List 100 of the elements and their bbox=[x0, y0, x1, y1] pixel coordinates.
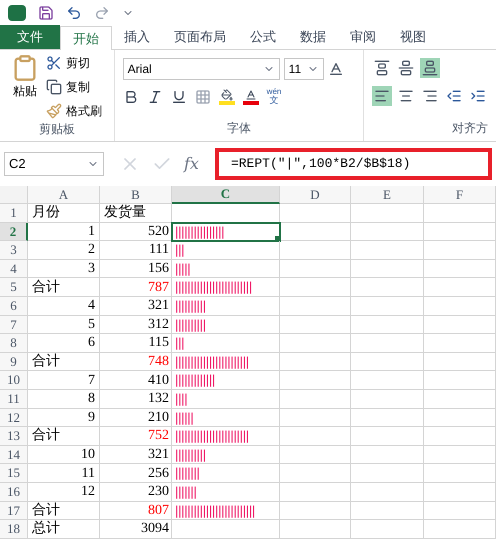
paste-button[interactable]: 粘贴 bbox=[8, 54, 42, 120]
row-header[interactable]: 7 bbox=[0, 316, 28, 334]
data-bar-text: |||| bbox=[175, 390, 188, 408]
font-size-field[interactable]: 11 bbox=[284, 58, 324, 80]
table-cell-text: 7 bbox=[88, 372, 95, 389]
insert-function-icon[interactable]: fx bbox=[184, 152, 199, 176]
data-bar-text: |||||||||||||||| bbox=[175, 222, 224, 240]
data-bar-text: |||||||| bbox=[175, 464, 200, 482]
table-cell bbox=[424, 371, 496, 390]
ribbon-tab[interactable]: 开始 bbox=[60, 26, 112, 50]
row-header[interactable]: 14 bbox=[0, 446, 28, 464]
top-align-icon[interactable] bbox=[372, 58, 392, 78]
table-cell bbox=[424, 520, 496, 539]
italic-icon[interactable] bbox=[146, 88, 163, 104]
ribbon-tab[interactable]: 插入 bbox=[112, 25, 162, 49]
table-cell-text: 10 bbox=[81, 446, 95, 464]
row-header[interactable]: 11 bbox=[0, 390, 28, 409]
fill-handle[interactable] bbox=[275, 236, 279, 240]
table-cell-text: 230 bbox=[148, 483, 169, 501]
data-bar-text: ||||||||||||| bbox=[175, 371, 216, 389]
row-header[interactable]: 13 bbox=[0, 427, 28, 446]
fill-color-icon[interactable] bbox=[218, 88, 235, 104]
ribbon-tab[interactable]: 数据 bbox=[288, 25, 338, 49]
column-header[interactable]: A bbox=[28, 186, 100, 204]
table-cell-text: 748 bbox=[148, 353, 169, 370]
row-header[interactable]: 9 bbox=[0, 352, 28, 372]
row-header[interactable]: 2 bbox=[0, 222, 28, 242]
table-cell-text: 8 bbox=[88, 390, 95, 408]
table-cell bbox=[424, 204, 496, 223]
table-cell-text: 132 bbox=[148, 390, 169, 408]
scissors-icon bbox=[46, 55, 62, 71]
name-box[interactable]: C2 bbox=[4, 152, 104, 176]
borders-icon[interactable] bbox=[194, 88, 211, 104]
table-cell: 5 bbox=[88, 316, 95, 334]
table-cell-text: 410 bbox=[148, 372, 169, 389]
column-header[interactable]: F bbox=[424, 186, 496, 204]
data-bar-text: |||||||||||||||||||||||||| bbox=[175, 502, 256, 520]
undo-icon[interactable] bbox=[66, 4, 82, 20]
table-cell: 520 bbox=[148, 222, 169, 240]
table-cell: 9 bbox=[88, 408, 95, 426]
table-cell: 807 bbox=[148, 502, 169, 520]
table-cell bbox=[424, 446, 496, 464]
middle-align-icon[interactable] bbox=[396, 58, 416, 78]
ribbon-tab[interactable]: 视图 bbox=[388, 25, 438, 49]
table-cell bbox=[424, 334, 496, 353]
ribbon-tab[interactable]: 公式 bbox=[238, 25, 288, 49]
format-painter-button[interactable]: 格式刷 bbox=[46, 102, 102, 120]
row-header[interactable]: 8 bbox=[0, 334, 28, 353]
row-header[interactable]: 1 bbox=[0, 204, 28, 223]
table-cell-text: 156 bbox=[148, 260, 169, 278]
left-align-icon[interactable] bbox=[372, 86, 392, 106]
table-cell-text: 3 bbox=[88, 260, 95, 278]
grow-font-icon[interactable] bbox=[328, 61, 344, 77]
table-cell: 2 bbox=[88, 241, 95, 259]
table-cell: 合计 bbox=[32, 502, 60, 520]
table-cell bbox=[424, 278, 496, 297]
row-header[interactable]: 15 bbox=[0, 464, 28, 483]
ribbon-tab[interactable]: 审阅 bbox=[338, 25, 388, 49]
data-bar-text: ||||||| bbox=[175, 482, 197, 501]
row-header[interactable]: 17 bbox=[0, 502, 28, 520]
row-header[interactable]: 5 bbox=[0, 278, 28, 297]
column-header[interactable]: E bbox=[351, 186, 424, 204]
row-header[interactable]: 12 bbox=[0, 408, 28, 428]
row-header[interactable]: 10 bbox=[0, 371, 28, 390]
data-bar-text: ||||||||||||||||||||||||| bbox=[175, 278, 252, 296]
data-bar-text: |||||||||||||||||||||||| bbox=[175, 427, 249, 445]
row-header[interactable]: 18 bbox=[0, 520, 28, 539]
font-color-icon[interactable] bbox=[242, 88, 259, 104]
underline-icon[interactable] bbox=[170, 88, 187, 104]
table-cell bbox=[424, 241, 496, 260]
table-cell bbox=[424, 408, 496, 428]
column-header[interactable]: B bbox=[100, 186, 172, 204]
row-header[interactable]: 6 bbox=[0, 296, 28, 316]
row-header[interactable]: 4 bbox=[0, 260, 28, 278]
phonetic-button[interactable]: wén 文 bbox=[266, 88, 282, 105]
table-cell: 6 bbox=[88, 334, 95, 352]
save-icon[interactable] bbox=[38, 4, 54, 20]
formula-field[interactable]: =REPT(″|″,100*B2/$B$18) bbox=[214, 148, 492, 180]
table-cell: 210 bbox=[148, 408, 169, 426]
table-cell: 发货量 bbox=[104, 204, 146, 222]
table-cell bbox=[424, 260, 496, 278]
font-name-field[interactable]: Arial bbox=[122, 58, 280, 80]
table-cell-text: 787 bbox=[148, 278, 169, 296]
bottom-align-icon[interactable] bbox=[420, 58, 440, 78]
table-cell: 月份 bbox=[32, 204, 60, 222]
row-header[interactable]: 3 bbox=[0, 241, 28, 260]
redo-icon[interactable] bbox=[94, 4, 110, 20]
table-cell bbox=[424, 502, 496, 520]
data-bar-text: |||||||||||||||||||||||| bbox=[175, 352, 249, 370]
ribbon-tab[interactable]: 页面布局 bbox=[162, 25, 238, 49]
file-tab[interactable]: 文件 bbox=[0, 25, 60, 49]
column-header[interactable]: C bbox=[172, 186, 280, 204]
row-header[interactable]: 16 bbox=[0, 482, 28, 502]
paintbrush-icon bbox=[46, 103, 62, 119]
column-header[interactable]: D bbox=[280, 186, 351, 204]
copy-button[interactable]: 复制 bbox=[46, 78, 102, 96]
table-cell: 115 bbox=[148, 334, 169, 352]
table-cell: 合计 bbox=[32, 352, 60, 370]
cut-button[interactable]: 剪切 bbox=[46, 54, 102, 72]
table-cell bbox=[424, 427, 496, 446]
